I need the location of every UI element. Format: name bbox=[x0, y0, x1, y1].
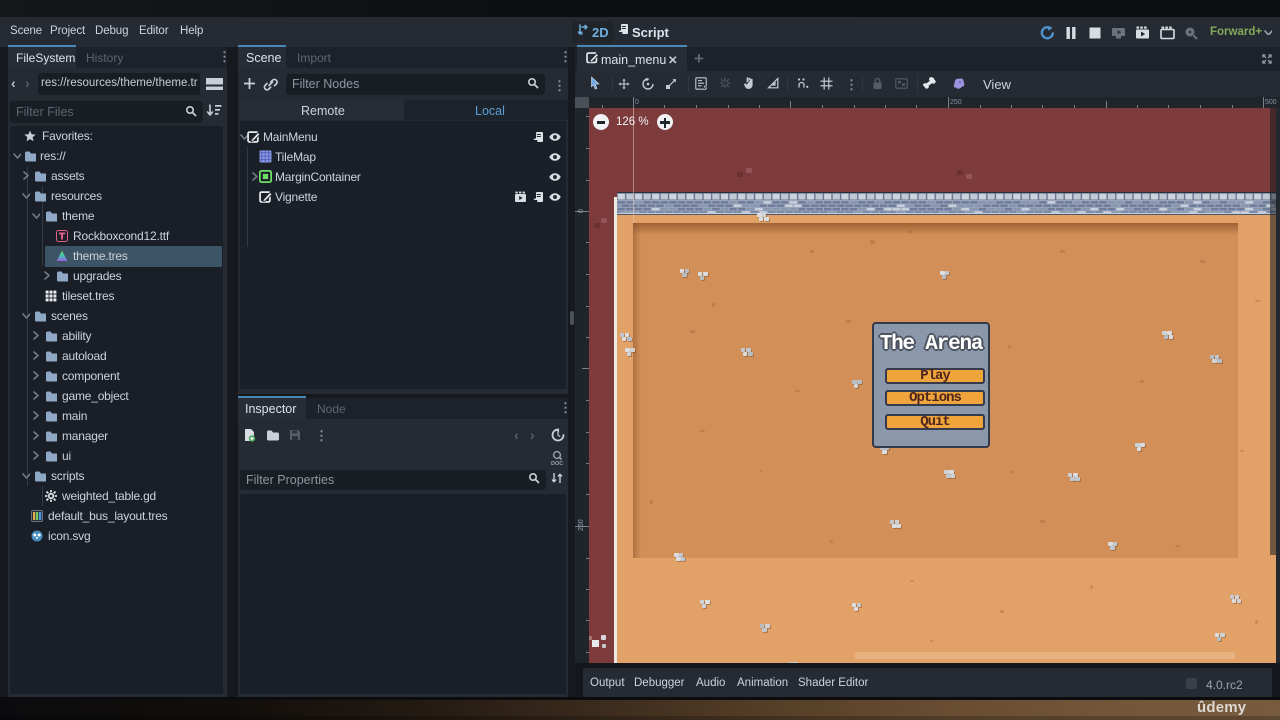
svg-text:500: 500 bbox=[1265, 99, 1277, 106]
svg-text:DOC: DOC bbox=[551, 461, 563, 466]
svg-text:250: 250 bbox=[950, 99, 962, 106]
svg-text:0: 0 bbox=[635, 99, 639, 106]
svg-text:250: 250 bbox=[578, 519, 585, 531]
svg-text:0: 0 bbox=[578, 209, 585, 213]
